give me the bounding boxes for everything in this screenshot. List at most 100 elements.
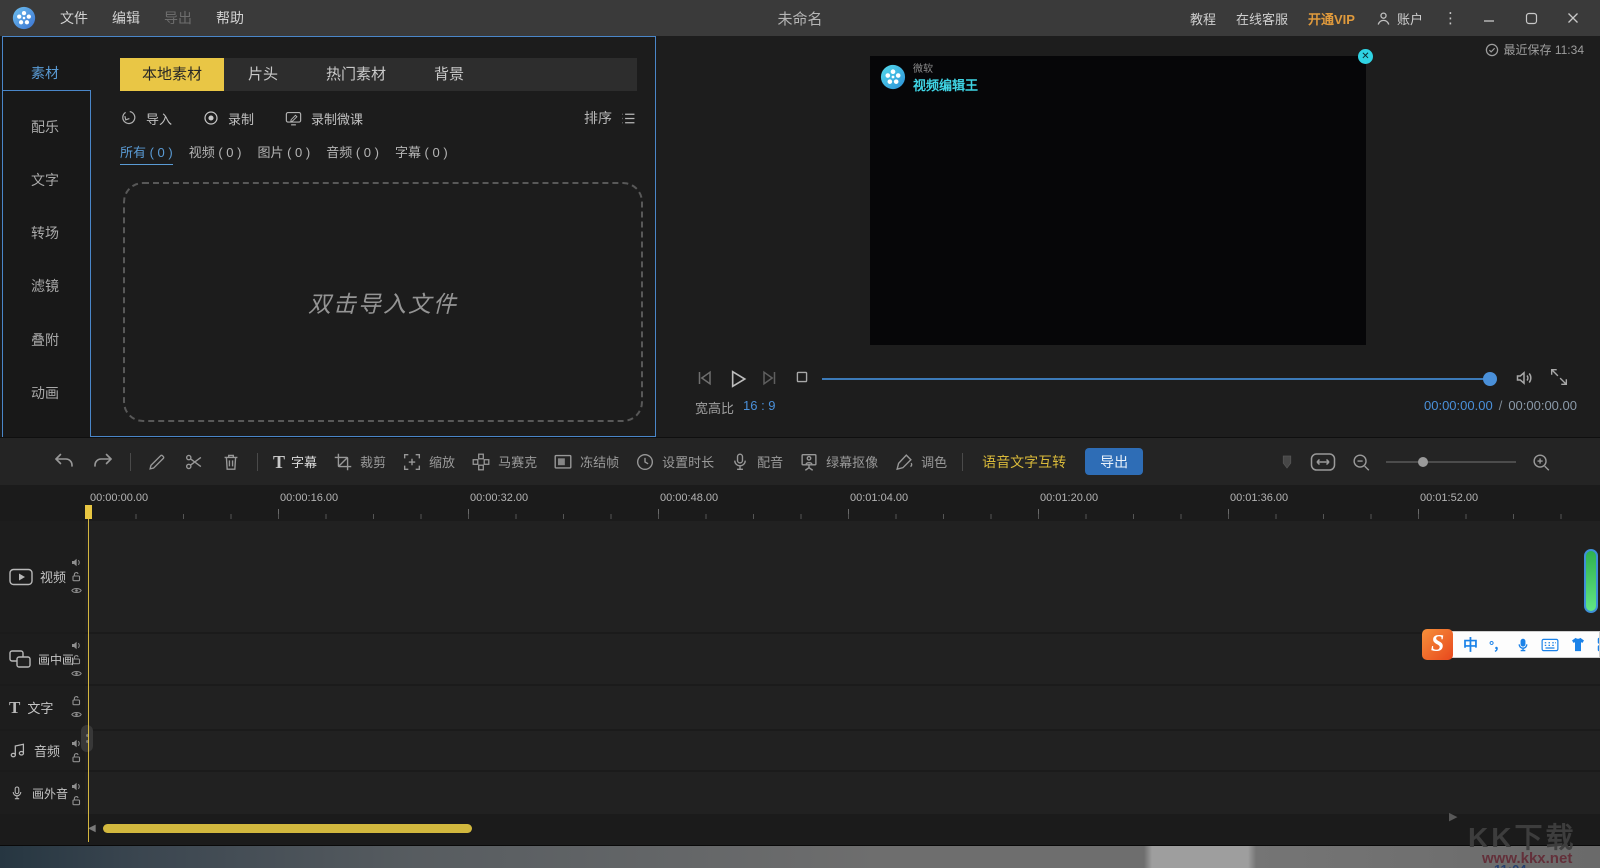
scroll-left-arrow[interactable]: ◀ xyxy=(88,823,96,834)
tutorial-link[interactable]: 教程 xyxy=(1190,9,1216,28)
mosaic-tool[interactable]: 马赛克 xyxy=(470,451,537,473)
ime-mode-toggle[interactable]: 中 xyxy=(1463,634,1478,655)
cut-button[interactable] xyxy=(183,451,205,473)
next-frame-button[interactable] xyxy=(757,366,781,390)
track-audio-lane[interactable]: 音频 xyxy=(0,731,1600,770)
close-button[interactable] xyxy=(1562,7,1584,29)
tab-hot-media[interactable]: 热门素材 xyxy=(302,58,410,91)
track-video-lane[interactable]: 视频 xyxy=(0,521,1600,632)
brand-text-large: 视频编辑王 xyxy=(913,75,978,94)
record-button[interactable]: 录制 xyxy=(202,109,254,128)
dubbing-tool[interactable]: 配音 xyxy=(729,451,783,473)
delete-button[interactable] xyxy=(220,451,242,473)
color-grading-tool[interactable]: 调色 xyxy=(893,451,947,473)
filter-all[interactable]: 所有 ( 0 ) xyxy=(120,142,173,165)
track-text-lane[interactable]: T 文字 xyxy=(0,686,1600,729)
tab-local-media[interactable]: 本地素材 xyxy=(120,58,224,91)
library-actions: 导入 录制 录制微课 排序 xyxy=(120,100,637,136)
minimize-button[interactable] xyxy=(1478,7,1500,29)
watermark-brand: 微软 视频编辑王 xyxy=(880,60,978,94)
track-pip-toggles xyxy=(71,640,82,679)
zoom-out-button[interactable] xyxy=(1350,451,1372,473)
rail-item-animation[interactable]: 动画 xyxy=(0,383,90,403)
aspect-ratio-value[interactable]: 16 : 9 xyxy=(743,398,776,413)
seek-handle[interactable] xyxy=(1483,372,1497,386)
track-pip-header[interactable]: 画中画 xyxy=(0,634,85,684)
play-button[interactable] xyxy=(724,366,748,390)
filter-audio[interactable]: 音频 ( 0 ) xyxy=(326,142,379,165)
video-track-icon xyxy=(9,568,33,586)
import-dropzone[interactable]: 双击导入文件 xyxy=(123,182,643,422)
seek-bar[interactable] xyxy=(822,378,1490,380)
watermark-close-icon[interactable]: ✕ xyxy=(1358,49,1373,64)
zoom-in-button[interactable] xyxy=(1530,451,1552,473)
timeline-zoom-slider[interactable] xyxy=(1386,461,1516,463)
tab-intro[interactable]: 片头 xyxy=(224,58,302,91)
set-duration-tool[interactable]: 设置时长 xyxy=(634,451,714,473)
mute-icon xyxy=(71,781,82,792)
ime-punctuation-toggle[interactable]: °， xyxy=(1489,635,1505,654)
more-menu-icon[interactable]: ⋮ xyxy=(1443,9,1458,27)
playhead-line[interactable] xyxy=(88,505,89,842)
ime-skin-icon[interactable] xyxy=(1570,637,1586,652)
subtitle-tool[interactable]: T 字幕 xyxy=(273,452,317,471)
filter-image[interactable]: 图片 ( 0 ) xyxy=(257,142,310,165)
video-preview-canvas[interactable]: 微软 视频编辑王 ✕ xyxy=(870,56,1366,345)
support-link[interactable]: 在线客服 xyxy=(1236,9,1288,28)
redo-button[interactable] xyxy=(91,450,115,474)
marker-icon xyxy=(1278,453,1296,471)
volume-icon[interactable] xyxy=(1513,366,1537,390)
account-button[interactable]: 账户 xyxy=(1375,9,1423,28)
freeze-frame-tool[interactable]: 冻结帧 xyxy=(552,451,619,473)
record-course-button[interactable]: 录制微课 xyxy=(284,109,363,128)
menu-edit[interactable]: 编辑 xyxy=(112,8,140,28)
crop-tool[interactable]: 裁剪 xyxy=(332,451,386,473)
pip-track-icon xyxy=(9,650,31,668)
track-collapse-handle[interactable] xyxy=(81,725,93,752)
rail-item-material[interactable]: 素材 xyxy=(0,63,90,83)
track-text-header[interactable]: T 文字 xyxy=(0,686,85,729)
fit-timeline-button[interactable] xyxy=(1310,452,1336,472)
filter-subtitle[interactable]: 字幕 ( 0 ) xyxy=(395,142,448,165)
visibility-icon xyxy=(71,668,82,679)
track-video-header[interactable]: 视频 xyxy=(0,521,85,632)
menu-file[interactable]: 文件 xyxy=(60,8,88,28)
rail-item-transition[interactable]: 转场 xyxy=(0,223,90,243)
ime-logo-icon[interactable]: S xyxy=(1422,629,1453,660)
track-voiceover-lane[interactable]: 画外音 xyxy=(0,772,1600,814)
ruler-minor-ticks[interactable] xyxy=(88,514,1600,519)
rail-item-overlay[interactable]: 叠附 xyxy=(0,330,90,350)
green-screen-tool[interactable]: 绿幕抠像 xyxy=(798,451,878,473)
menu-help[interactable]: 帮助 xyxy=(216,8,244,28)
vip-link[interactable]: 开通VIP xyxy=(1308,9,1355,28)
os-taskbar-sliver xyxy=(0,845,1600,868)
mute-icon xyxy=(71,557,82,568)
prev-frame-button[interactable] xyxy=(693,366,717,390)
timeline-horizontal-scrollbar[interactable] xyxy=(103,824,472,833)
speech-to-text-button[interactable]: 语音文字互转 xyxy=(982,452,1066,472)
tab-background[interactable]: 背景 xyxy=(410,58,488,91)
filter-video[interactable]: 视频 ( 0 ) xyxy=(189,142,242,165)
rail-item-filter[interactable]: 滤镜 xyxy=(0,276,90,296)
track-voiceover-header[interactable]: 画外音 xyxy=(0,772,85,814)
zoom-slider-knob[interactable] xyxy=(1418,457,1428,467)
import-button[interactable]: 导入 xyxy=(120,109,172,128)
export-button[interactable]: 导出 xyxy=(1085,448,1143,475)
restore-button[interactable] xyxy=(1520,7,1542,29)
edit-pencil-button[interactable] xyxy=(146,451,168,473)
app-logo-icon[interactable] xyxy=(12,6,36,30)
track-audio-header[interactable]: 音频 xyxy=(0,731,85,770)
track-pip-lane[interactable]: 画中画 xyxy=(0,634,1600,684)
stop-button[interactable] xyxy=(791,366,815,390)
sort-button[interactable]: 排序 xyxy=(584,108,637,128)
ime-keyboard-icon[interactable] xyxy=(1541,638,1559,652)
playback-controls xyxy=(655,366,1600,392)
playhead-handle[interactable] xyxy=(85,505,92,519)
ime-mic-icon[interactable] xyxy=(1516,637,1530,653)
timeline-vertical-scrollbar[interactable] xyxy=(1584,549,1598,613)
rail-item-text[interactable]: 文字 xyxy=(0,170,90,190)
rail-item-music[interactable]: 配乐 xyxy=(0,117,90,137)
scale-tool[interactable]: 缩放 xyxy=(401,451,455,473)
fullscreen-icon[interactable] xyxy=(1548,366,1572,390)
undo-button[interactable] xyxy=(52,450,76,474)
